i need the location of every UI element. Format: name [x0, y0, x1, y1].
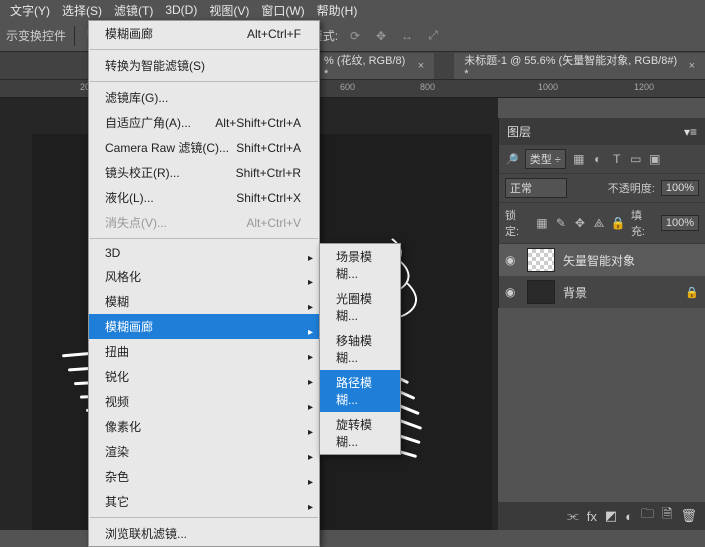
tab-label: % (花纹, RGB/8) * — [324, 52, 412, 80]
layer-thumbnail[interactable] — [527, 280, 555, 304]
camera-raw-filter[interactable]: Camera Raw 滤镜(C)... Shift+Ctrl+A — [89, 135, 319, 160]
separator — [90, 517, 318, 518]
lock-row: 锁定: ▦ ✎ ✥ ⟁ 🔒 填充: 100% — [499, 203, 705, 244]
kind-filter[interactable]: 类型 ÷ — [525, 149, 566, 169]
opacity-label: 不透明度: — [608, 180, 655, 196]
layer-smart-object[interactable]: ◉ 矢量智能对象 — [499, 244, 705, 276]
layer-background[interactable]: ◉ 背景 🔒 — [499, 276, 705, 308]
blur-gallery-submenu: 场景模糊... 光圈模糊... 移轴模糊... 路径模糊... 旋转模糊... — [319, 243, 401, 455]
separator — [74, 26, 75, 46]
fill-label: 填充: — [631, 207, 655, 239]
link-icon[interactable]: ⫘ — [567, 508, 579, 524]
tilt-shift-blur[interactable]: 移轴模糊... — [320, 328, 400, 370]
adjustment-icon[interactable]: ◐ — [625, 509, 633, 524]
transform-controls-label: 示变换控件 — [6, 27, 66, 44]
visibility-icon[interactable]: ◉ — [505, 285, 519, 299]
lock-trans-icon[interactable]: ▦ — [535, 216, 549, 231]
menu-type[interactable]: 文字(Y) — [4, 0, 56, 21]
smart-filter-icon[interactable]: ▣ — [648, 152, 662, 166]
layer-name: 背景 — [563, 284, 587, 301]
submenu-render[interactable]: 渲染 — [89, 439, 319, 464]
menu-filter[interactable]: 滤镜(T) — [108, 0, 159, 21]
lock-pos-icon[interactable]: ✥ — [573, 216, 587, 231]
separator — [90, 49, 318, 50]
submenu-stylize[interactable]: 风格化 — [89, 264, 319, 289]
shape-filter-icon[interactable]: ▭ — [629, 152, 643, 166]
panel-menu-icon[interactable]: ▾≡ — [684, 125, 697, 139]
separator — [90, 81, 318, 82]
3d-slide-icon[interactable]: ↔ — [398, 27, 416, 45]
filter-row: 🔎 类型 ÷ ▦ ◐ T ▭ ▣ — [499, 145, 705, 174]
new-layer-icon[interactable]: 🗎 — [662, 505, 672, 527]
lock-label: 锁定: — [505, 207, 529, 239]
submenu-distort[interactable]: 扭曲 — [89, 339, 319, 364]
field-blur[interactable]: 场景模糊... — [320, 244, 400, 286]
menu-window[interactable]: 窗口(W) — [255, 0, 310, 21]
iris-blur[interactable]: 光圈模糊... — [320, 286, 400, 328]
vanishing-point[interactable]: 消失点(V)... Alt+Ctrl+V — [89, 210, 319, 235]
submenu-video[interactable]: 视频 — [89, 389, 319, 414]
menu-select[interactable]: 选择(S) — [56, 0, 108, 21]
lock-paint-icon[interactable]: ✎ — [554, 216, 568, 231]
convert-smart-filters[interactable]: 转换为智能滤镜(S) — [89, 53, 319, 78]
liquify[interactable]: 液化(L)... Shift+Ctrl+X — [89, 185, 319, 210]
3d-pan-icon[interactable]: ✥ — [372, 27, 390, 45]
menubar: 文字(Y) 选择(S) 滤镜(T) 3D(D) 视图(V) 窗口(W) 帮助(H… — [0, 0, 705, 20]
ruler-tick: 1200 — [634, 82, 654, 92]
opacity-value[interactable]: 100% — [661, 180, 699, 196]
submenu-other[interactable]: 其它 — [89, 489, 319, 514]
filter-rerun[interactable]: 模糊画廊 Alt+Ctrl+F — [89, 21, 319, 46]
panel-title: 图层 — [507, 123, 531, 140]
submenu-blur-gallery[interactable]: 模糊画廊 — [89, 314, 319, 339]
separator — [90, 238, 318, 239]
spin-blur[interactable]: 旋转模糊... — [320, 412, 400, 454]
document-tab-2[interactable]: 未标题-1 @ 55.6% (矢量智能对象, RGB/8#) * × — [454, 53, 705, 79]
lock-icon: 🔒 — [685, 286, 699, 299]
fx-icon[interactable]: fx — [587, 509, 597, 524]
menu-3d[interactable]: 3D(D) — [159, 1, 203, 19]
filter-menu: 模糊画廊 Alt+Ctrl+F 转换为智能滤镜(S) 滤镜库(G)... 自适应… — [88, 20, 320, 547]
filter-gallery[interactable]: 滤镜库(G)... — [89, 85, 319, 110]
3d-orbit-icon[interactable]: ⟳ — [346, 27, 364, 45]
group-icon[interactable]: 🗀 — [641, 505, 654, 527]
pixel-filter-icon[interactable]: ▦ — [572, 152, 586, 166]
ruler-tick: 800 — [420, 82, 435, 92]
layer-thumbnail[interactable] — [527, 248, 555, 272]
visibility-icon[interactable]: ◉ — [505, 253, 519, 267]
blend-mode[interactable]: 正常 — [505, 178, 567, 198]
ruler-tick: 1000 — [538, 82, 558, 92]
type-filter-icon[interactable]: T — [610, 152, 624, 166]
blend-row: 正常 不透明度: 100% — [499, 174, 705, 203]
fill-value[interactable]: 100% — [661, 215, 699, 231]
layers-footer: ⫘ fx ◩ ◐ 🗀 🗎 🗑 — [498, 502, 705, 530]
menu-view[interactable]: 视图(V) — [203, 0, 255, 21]
document-tab-1[interactable]: % (花纹, RGB/8) * × — [314, 53, 434, 79]
submenu-noise[interactable]: 杂色 — [89, 464, 319, 489]
submenu-3d[interactable]: 3D — [89, 242, 319, 264]
search-icon[interactable]: 🔎 — [505, 153, 519, 166]
tab-label: 未标题-1 @ 55.6% (矢量智能对象, RGB/8#) * — [464, 52, 682, 80]
path-blur[interactable]: 路径模糊... — [320, 370, 400, 412]
adjust-filter-icon[interactable]: ◐ — [591, 152, 605, 166]
ruler-tick: 600 — [340, 82, 355, 92]
mask-icon[interactable]: ◩ — [605, 508, 617, 524]
lock-artboard-icon[interactable]: ⟁ — [592, 216, 606, 231]
submenu-blur[interactable]: 模糊 — [89, 289, 319, 314]
close-icon[interactable]: × — [689, 60, 695, 72]
lock-all-icon[interactable]: 🔒 — [611, 216, 625, 231]
panel-header[interactable]: 图层 ▾≡ — [499, 118, 705, 145]
layers-panel: 图层 ▾≡ 🔎 类型 ÷ ▦ ◐ T ▭ ▣ 正常 不透明度: 100% 锁定:… — [498, 118, 705, 308]
layer-name: 矢量智能对象 — [563, 252, 635, 269]
submenu-sharpen[interactable]: 锐化 — [89, 364, 319, 389]
menu-help[interactable]: 帮助(H) — [311, 0, 364, 21]
adaptive-wide-angle[interactable]: 自适应广角(A)... Alt+Shift+Ctrl+A — [89, 110, 319, 135]
3d-scale-icon[interactable]: ⤢ — [424, 27, 442, 45]
browse-online-filters[interactable]: 浏览联机滤镜... — [89, 521, 319, 546]
submenu-pixelate[interactable]: 像素化 — [89, 414, 319, 439]
close-icon[interactable]: × — [418, 60, 424, 72]
lens-correction[interactable]: 镜头校正(R)... Shift+Ctrl+R — [89, 160, 319, 185]
trash-icon[interactable]: 🗑 — [680, 508, 697, 524]
